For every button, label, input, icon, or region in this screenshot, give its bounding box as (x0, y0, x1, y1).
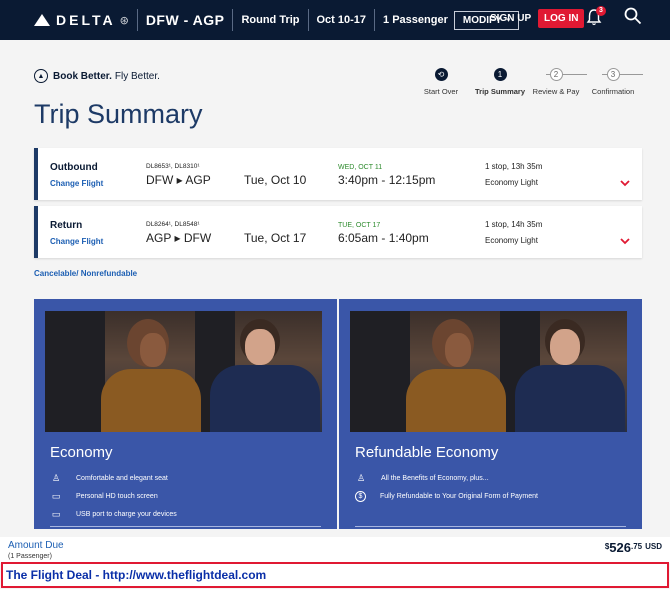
flight-numbers: DL8264¹, DL8548¹ (146, 221, 200, 228)
fare-title: Economy (50, 444, 113, 461)
feature-text: Comfortable and elegant seat (76, 474, 168, 482)
chevron-down-icon[interactable] (620, 236, 630, 246)
amount-due-label: Amount Due (8, 540, 64, 551)
sign-up-link[interactable]: SIGN UP (490, 13, 531, 24)
seat-shape (350, 311, 410, 432)
price-cents: .75 (630, 542, 643, 551)
person-shape (445, 333, 471, 367)
divider (50, 526, 321, 527)
flight-direction: Return (50, 220, 83, 231)
step-number: 3 (606, 68, 620, 81)
refresh-icon: ⟲ (434, 68, 448, 81)
divider (374, 9, 376, 31)
search-icon (624, 7, 642, 25)
stops-duration: 1 stop, 13h 35m (485, 162, 543, 171)
currency-code: USD (645, 542, 662, 551)
flight-direction: Outbound (50, 162, 98, 173)
flight-date: Tue, Oct 10 (244, 173, 307, 187)
flight-times: 3:40pm - 12:15pm (338, 173, 436, 187)
delta-widget-icon (34, 14, 50, 26)
progress-steps: ⟲ Start Over 1 Trip Summary 2 Review & P… (420, 68, 643, 108)
fare-feature: ▭ Personal HD touch screen (50, 491, 158, 501)
seat-shape (45, 311, 105, 432)
trip-type: Round Trip (241, 14, 300, 26)
search-button[interactable] (624, 7, 642, 25)
fare-title: Refundable Economy (355, 444, 499, 461)
tagline: ▲ Book Better. Fly Better. (34, 69, 160, 83)
arrival-day: TUE, OCT 17 (338, 222, 381, 229)
cabin-class: Economy Light (485, 236, 538, 245)
flight-numbers: DL8653¹, DL8310¹ (146, 163, 200, 170)
fare-feature: ♙ Comfortable and elegant seat (50, 473, 168, 483)
stops-duration: 1 stop, 14h 35m (485, 220, 543, 229)
person-shape (101, 369, 201, 432)
cancelable-link[interactable]: Cancelable/ Nonrefundable (34, 269, 137, 278)
passengers-photo (45, 311, 322, 432)
amount-due-bar: Amount Due (1 Passenger) $ 526 .75 USD (0, 537, 670, 563)
person-shape (140, 333, 166, 367)
page-title: Trip Summary (34, 99, 203, 129)
divider (232, 9, 234, 31)
delta-emblem-icon: ▲ (34, 69, 48, 83)
passengers-photo (350, 311, 627, 432)
fare-feature: ▭ USB port to charge your devices (50, 509, 177, 519)
top-navigation-bar: DELTA ⊛ DFW - AGP Round Trip Oct 10-17 1… (0, 0, 670, 40)
flight-deal-text: The Flight Deal - http://www.theflightde… (6, 568, 267, 582)
fare-option-refundable-economy[interactable]: Refundable Economy ♙ All the Benefits of… (339, 299, 642, 529)
feature-text: USB port to charge your devices (76, 510, 177, 518)
trip-dates: Oct 10-17 (316, 14, 367, 26)
step-number: 2 (549, 68, 563, 81)
flight-route: DFW ▸ AGP (146, 173, 211, 187)
outbound-flight-card: Outbound Change Flight DL8653¹, DL8310¹ … (34, 148, 642, 200)
passenger-count: 1 Passenger (383, 14, 448, 26)
delta-logo[interactable]: DELTA ⊛ (34, 12, 129, 28)
feature-text: Personal HD touch screen (76, 492, 158, 500)
total-price: $ 526 .75 USD (605, 540, 662, 555)
return-flight-card: Return Change Flight DL8264¹, DL8548¹ AG… (34, 206, 642, 258)
dollar-icon: $ (355, 491, 366, 502)
step-confirmation: 3 Confirmation (573, 68, 653, 96)
log-in-button[interactable]: LOG IN (538, 9, 585, 28)
feature-text: All the Benefits of Economy, plus... (381, 474, 489, 482)
chevron-down-icon[interactable] (620, 178, 630, 188)
flight-deal-banner: The Flight Deal - http://www.theflightde… (1, 562, 669, 588)
person-shape (406, 369, 506, 432)
fare-feature: ♙ All the Benefits of Economy, plus... (355, 473, 489, 483)
tagline-bold: Book Better. (53, 70, 112, 82)
change-flight-link[interactable]: Change Flight (50, 179, 103, 188)
fare-feature: $ Fully Refundable to Your Original Form… (355, 491, 538, 502)
notifications-button[interactable]: 3 (586, 6, 606, 28)
step-label: Confirmation (591, 87, 635, 96)
flight-date: Tue, Oct 17 (244, 231, 307, 245)
tagline-rest: Fly Better. (114, 70, 160, 82)
divider (355, 526, 626, 527)
arrival-day: WED, OCT 11 (338, 164, 383, 171)
fare-option-economy[interactable]: Economy ♙ Comfortable and elegant seat ▭… (34, 299, 337, 529)
change-flight-link[interactable]: Change Flight (50, 237, 103, 246)
screen-icon: ▭ (51, 490, 61, 501)
divider (307, 9, 309, 31)
step-number: 1 (493, 68, 507, 81)
person-shape (210, 365, 320, 432)
flight-route: AGP ▸ DFW (146, 231, 212, 245)
cabin-class: Economy Light (485, 178, 538, 187)
price-dollars: 526 (609, 540, 631, 555)
feature-text: Fully Refundable to Your Original Form o… (380, 493, 538, 500)
globe-icon: ⊛ (119, 14, 129, 27)
divider (136, 9, 138, 31)
logo-text: DELTA (56, 12, 116, 28)
person-shape (550, 329, 580, 365)
notification-badge: 3 (596, 6, 606, 16)
flight-times: 6:05am - 1:40pm (338, 231, 429, 245)
usb-icon: ▭ (51, 508, 61, 519)
amount-passenger-count: (1 Passenger) (8, 553, 52, 560)
route-summary: DFW - AGP (145, 12, 225, 28)
person-shape (515, 365, 625, 432)
seat-icon: ♙ (51, 472, 61, 483)
person-shape (245, 329, 275, 365)
seat-icon: ♙ (356, 472, 366, 483)
